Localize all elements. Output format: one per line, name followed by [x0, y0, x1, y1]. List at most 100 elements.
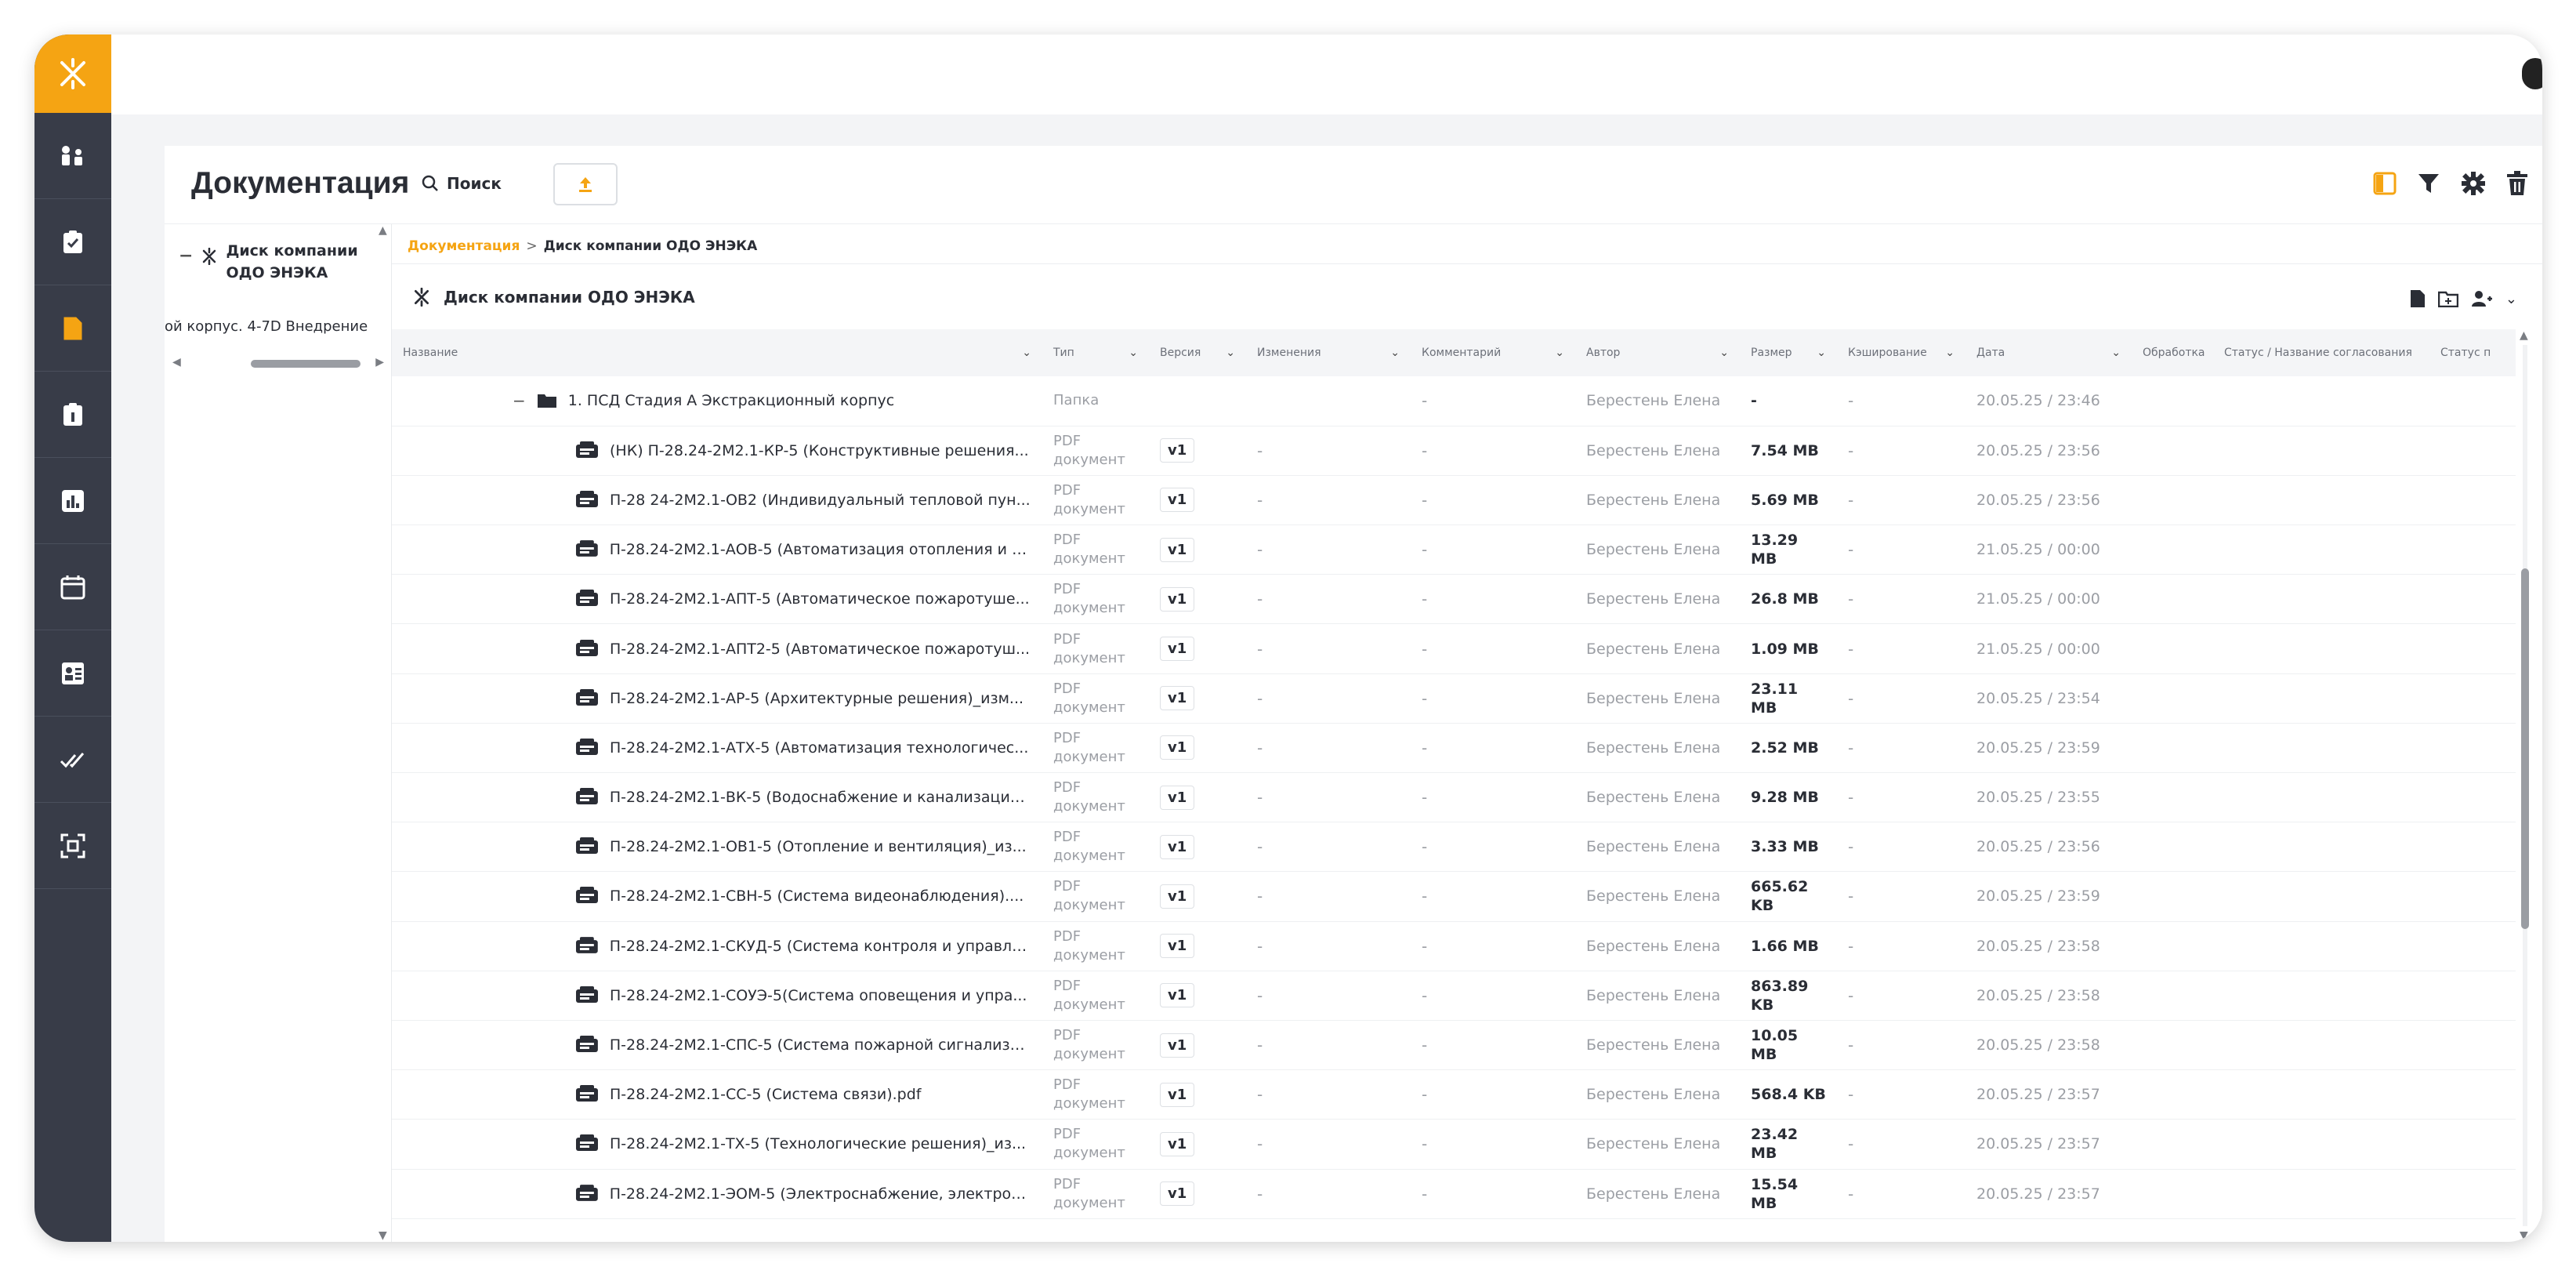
version-badge[interactable]: v1	[1160, 934, 1195, 959]
file-name-cell[interactable]: П-28.24-2М2.1-ВК-5 (Водоснабжение и кана…	[392, 772, 1042, 823]
new-folder-icon[interactable]	[2437, 290, 2458, 307]
column-header[interactable]: Изменения ⌄	[1246, 329, 1411, 376]
gear-icon[interactable]	[2461, 171, 2486, 196]
column-header[interactable]: Тип ⌄	[1042, 329, 1149, 376]
version-badge[interactable]: v1	[1160, 785, 1195, 810]
tree-horizontal-scrollbar[interactable]: ◀ ▶	[172, 356, 384, 372]
scrollbar-thumb[interactable]	[251, 360, 360, 368]
panel-toggle-icon[interactable]	[2373, 172, 2397, 195]
file-name-cell[interactable]: П-28.24-2М2.1-ОВ1-5 (Отопление и вентиля…	[392, 822, 1042, 873]
scroll-up-icon[interactable]: ▲	[379, 224, 387, 237]
version-badge[interactable]: v1	[1160, 1181, 1195, 1207]
version-badge[interactable]: v1	[1160, 1082, 1195, 1107]
column-header[interactable]: Комментарий ⌄	[1411, 329, 1575, 376]
file-name-cell[interactable]: П-28.24-2М2.1-АПТ-5 (Автоматическое пожа…	[392, 574, 1042, 625]
nav-people[interactable]	[34, 113, 111, 199]
logo-button[interactable]	[34, 34, 111, 113]
table-vertical-scrollbar[interactable]: ▲ ▼	[2519, 329, 2531, 1242]
upload-button[interactable]	[553, 163, 618, 205]
column-header[interactable]: Название ⌄	[392, 329, 1042, 376]
chevron-down-icon[interactable]: ⌄	[1390, 347, 1400, 359]
table-row[interactable]: П-28.24-2М2.1-СКУД-5 (Система контроля и…	[392, 921, 2516, 971]
file-name-cell[interactable]: П-28.24-2М2.1-СКУД-5 (Система контроля и…	[392, 921, 1042, 971]
nav-analytics[interactable]	[34, 458, 111, 544]
search-button[interactable]: Поиск	[422, 174, 502, 193]
file-name-cell[interactable]: П-28.24-2М2.1-СОУЭ-5(Система оповещения …	[392, 971, 1042, 1021]
collapse-icon[interactable]: −	[179, 246, 193, 266]
tree-sub-item[interactable]: ой корпус. 4-7D Внедрение	[165, 318, 368, 335]
table-row[interactable]: П-28.24-2М2.1-СС-5 (Система связи).pdf PD…	[392, 1069, 2516, 1120]
share-user-icon[interactable]	[2471, 290, 2493, 307]
file-name-cell[interactable]: П-28.24-2М2.1-СПС-5 (Система пожарной си…	[392, 1020, 1042, 1071]
version-badge[interactable]: v1	[1160, 834, 1195, 859]
version-badge[interactable]: v1	[1160, 586, 1195, 612]
file-name-cell[interactable]: П-28.24-2М2.1-ТХ-5 (Технологические реше…	[392, 1119, 1042, 1170]
version-badge[interactable]: v1	[1160, 637, 1195, 662]
chevron-down-icon[interactable]: ⌄	[1719, 347, 1729, 359]
scrollbar-thumb[interactable]	[2521, 568, 2529, 929]
column-header[interactable]: Дата ⌄	[1966, 329, 2132, 376]
table-row[interactable]: П-28.24-2М2.1-ЭОМ-5 (Электроснабжение, э…	[392, 1169, 2516, 1219]
table-row[interactable]: П-28.24-2М2.1-ВК-5 (Водоснабжение и кана…	[392, 772, 2516, 823]
file-name-cell[interactable]: П-28 24-2М2.1-ОВ2 (Индивидуальный теплов…	[392, 475, 1042, 526]
table-row[interactable]: П-28.24-2М2.1-АТХ-5 (Автоматизация техно…	[392, 723, 2516, 774]
scroll-down-icon[interactable]: ▼	[379, 1229, 387, 1242]
version-badge[interactable]: v1	[1160, 1033, 1195, 1058]
file-name-cell[interactable]: П-28.24-2М2.1-СВН-5 (Система видеонаблюд…	[392, 871, 1042, 922]
nav-approvals[interactable]	[34, 717, 111, 803]
nav-contacts[interactable]	[34, 630, 111, 717]
column-header[interactable]: Статус п	[2429, 329, 2516, 376]
file-name-cell[interactable]: П-28.24-2М2.1-АТХ-5 (Автоматизация техно…	[392, 723, 1042, 774]
chevron-down-icon[interactable]: ⌄	[1555, 347, 1564, 359]
nav-reports[interactable]	[34, 372, 111, 458]
table-row[interactable]: П-28.24-2М2.1-СПС-5 (Система пожарной си…	[392, 1020, 2516, 1071]
chevron-down-icon[interactable]: ⌄	[1817, 347, 1826, 359]
table-row[interactable]: П-28 24-2М2.1-ОВ2 (Индивидуальный теплов…	[392, 475, 2516, 526]
version-badge[interactable]: v1	[1160, 488, 1195, 513]
trash-icon[interactable]	[2506, 171, 2528, 196]
collapse-icon[interactable]: −	[513, 391, 526, 410]
scroll-left-icon[interactable]: ◀	[172, 356, 181, 368]
nav-calendar[interactable]	[34, 544, 111, 630]
table-row[interactable]: П-28.24-2М2.1-ТХ-5 (Технологические реше…	[392, 1119, 2516, 1170]
table-row[interactable]: П-28.24-2М2.1-ОВ1-5 (Отопление и вентиля…	[392, 822, 2516, 873]
column-header[interactable]: Статус / Название согласования	[2213, 329, 2429, 376]
file-name-cell[interactable]: П-28.24-2М2.1-АОВ-5 (Автоматизация отопл…	[392, 524, 1042, 575]
scroll-up-icon[interactable]: ▲	[2520, 329, 2528, 342]
breadcrumb-home-link[interactable]: Документация	[408, 238, 520, 254]
column-header[interactable]: Автор ⌄	[1575, 329, 1740, 376]
file-name-cell[interactable]: П-28.24-2М2.1-СС-5 (Система связи).pdf	[392, 1069, 1042, 1120]
version-badge[interactable]: v1	[1160, 686, 1195, 711]
nav-documents[interactable]	[34, 285, 111, 372]
tree-vertical-scrollbar[interactable]: ▲ ▼	[377, 224, 391, 1242]
user-avatar[interactable]	[2522, 58, 2542, 89]
table-row[interactable]: П-28.24-2М2.1-АОВ-5 (Автоматизация отопл…	[392, 524, 2516, 575]
column-header[interactable]: Обработка	[2132, 329, 2213, 376]
chevron-down-icon[interactable]: ⌄	[2505, 291, 2517, 307]
chevron-down-icon[interactable]: ⌄	[1129, 347, 1138, 359]
nav-expand[interactable]	[34, 803, 111, 889]
table-row[interactable]: П-28.24-2М2.1-АПТ-5 (Автоматическое пожа…	[392, 574, 2516, 625]
nav-tasks[interactable]	[34, 199, 111, 285]
scroll-down-icon[interactable]: ▼	[2520, 1229, 2528, 1242]
column-header[interactable]: Кэширование ⌄	[1837, 329, 1966, 376]
version-badge[interactable]: v1	[1160, 735, 1195, 760]
tree-root-node[interactable]: − Диск компании ОДО ЭНЭКА	[179, 240, 359, 284]
table-row[interactable]: П-28.24-2М2.1-АПТ2-5 (Автоматическое пож…	[392, 623, 2516, 674]
new-file-icon[interactable]	[2410, 289, 2426, 308]
file-name-cell[interactable]: П-28.24-2М2.1-АР-5 (Архитектурные решени…	[392, 673, 1042, 724]
table-row[interactable]: П-28.24-2М2.1-АР-5 (Архитектурные решени…	[392, 673, 2516, 724]
folder-name-cell[interactable]: − 1. ПСД Стадия А Экстракционный корпус	[392, 376, 1042, 426]
version-badge[interactable]: v1	[1160, 884, 1195, 909]
table-row[interactable]: (НК) П-28.24-2М2.1-КР-5 (Конструктивные …	[392, 426, 2516, 476]
version-badge[interactable]: v1	[1160, 1131, 1195, 1156]
file-name-cell[interactable]: П-28.24-2М2.1-ЭОМ-5 (Электроснабжение, э…	[392, 1169, 1042, 1219]
filter-icon[interactable]	[2417, 172, 2440, 195]
version-badge[interactable]: v1	[1160, 983, 1195, 1008]
chevron-down-icon[interactable]: ⌄	[1226, 347, 1235, 359]
version-badge[interactable]: v1	[1160, 438, 1195, 463]
file-name-cell[interactable]: П-28.24-2М2.1-АПТ2-5 (Автоматическое пож…	[392, 623, 1042, 674]
column-header[interactable]: Версия ⌄	[1149, 329, 1246, 376]
table-row[interactable]: П-28.24-2М2.1-СВН-5 (Система видеонаблюд…	[392, 871, 2516, 922]
chevron-down-icon[interactable]: ⌄	[2111, 347, 2121, 359]
